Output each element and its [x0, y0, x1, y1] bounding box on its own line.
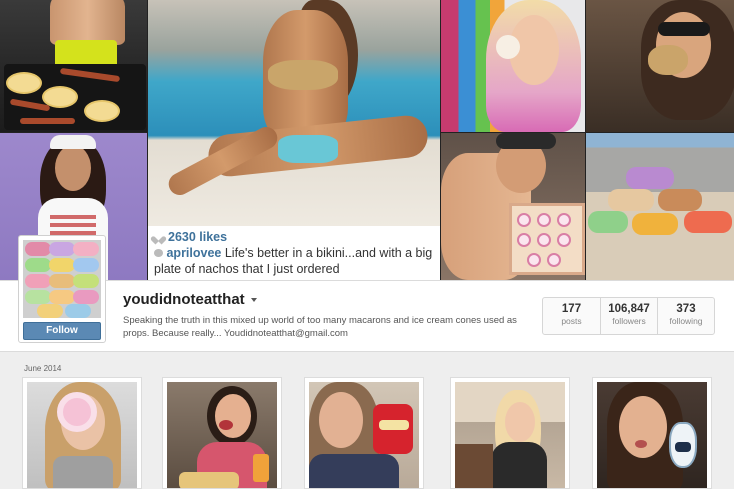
grid-photo-cookie[interactable] — [592, 377, 712, 489]
follow-button[interactable]: Follow — [23, 322, 101, 340]
stat-label: followers — [612, 316, 646, 326]
profile-stats: 177 posts 106,847 followers 373 followin… — [542, 297, 715, 335]
grid-photo-maltesers[interactable] — [304, 377, 424, 489]
caret-down-icon[interactable] — [250, 297, 257, 302]
stat-label: posts — [561, 316, 582, 326]
profile-bio: Speaking the truth in this mixed up worl… — [123, 315, 517, 339]
grid-photo-ice-cream-bar[interactable] — [450, 377, 570, 489]
stat-value: 106,847 — [608, 303, 650, 315]
caption-username[interactable]: aprilovee — [166, 246, 221, 260]
heart-icon[interactable] — [154, 233, 163, 241]
like-count[interactable]: 2630 likes — [168, 229, 227, 245]
mosaic-photo-donut-box[interactable] — [441, 133, 585, 280]
mosaic-photo-macarons[interactable] — [586, 133, 734, 280]
grid-photo-donut[interactable] — [22, 377, 142, 489]
profile-username: youdidnoteatthat — [123, 291, 245, 308]
stat-followers[interactable]: 106,847 followers — [600, 298, 657, 334]
stat-posts[interactable]: 177 posts — [543, 298, 600, 334]
stat-label: following — [669, 316, 703, 326]
mosaic-photo-grill[interactable] — [0, 0, 147, 132]
stat-value: 373 — [676, 303, 696, 315]
mosaic-photo-ice-cream[interactable] — [441, 0, 585, 132]
month-section-label: June 2014 — [24, 364, 62, 373]
mosaic-photo-car-burger[interactable] — [586, 0, 734, 132]
comment-bubble-icon — [154, 249, 163, 257]
avatar[interactable] — [23, 240, 101, 318]
featured-photo-mosaic: 2630 likes aprilovee Life's better in a … — [0, 0, 734, 280]
avatar-card: Follow — [18, 235, 106, 343]
photo-caption-panel: 2630 likes aprilovee Life's better in a … — [148, 226, 440, 280]
stat-following[interactable]: 373 following — [657, 298, 714, 334]
profile-header: Follow youdidnoteatthat Speaking the tru… — [0, 235, 734, 352]
mosaic-photo-pool[interactable] — [148, 0, 440, 226]
stat-value: 177 — [561, 303, 582, 315]
grid-photo-dinner[interactable] — [162, 377, 282, 489]
profile-page: 2630 likes aprilovee Life's better in a … — [0, 0, 734, 489]
